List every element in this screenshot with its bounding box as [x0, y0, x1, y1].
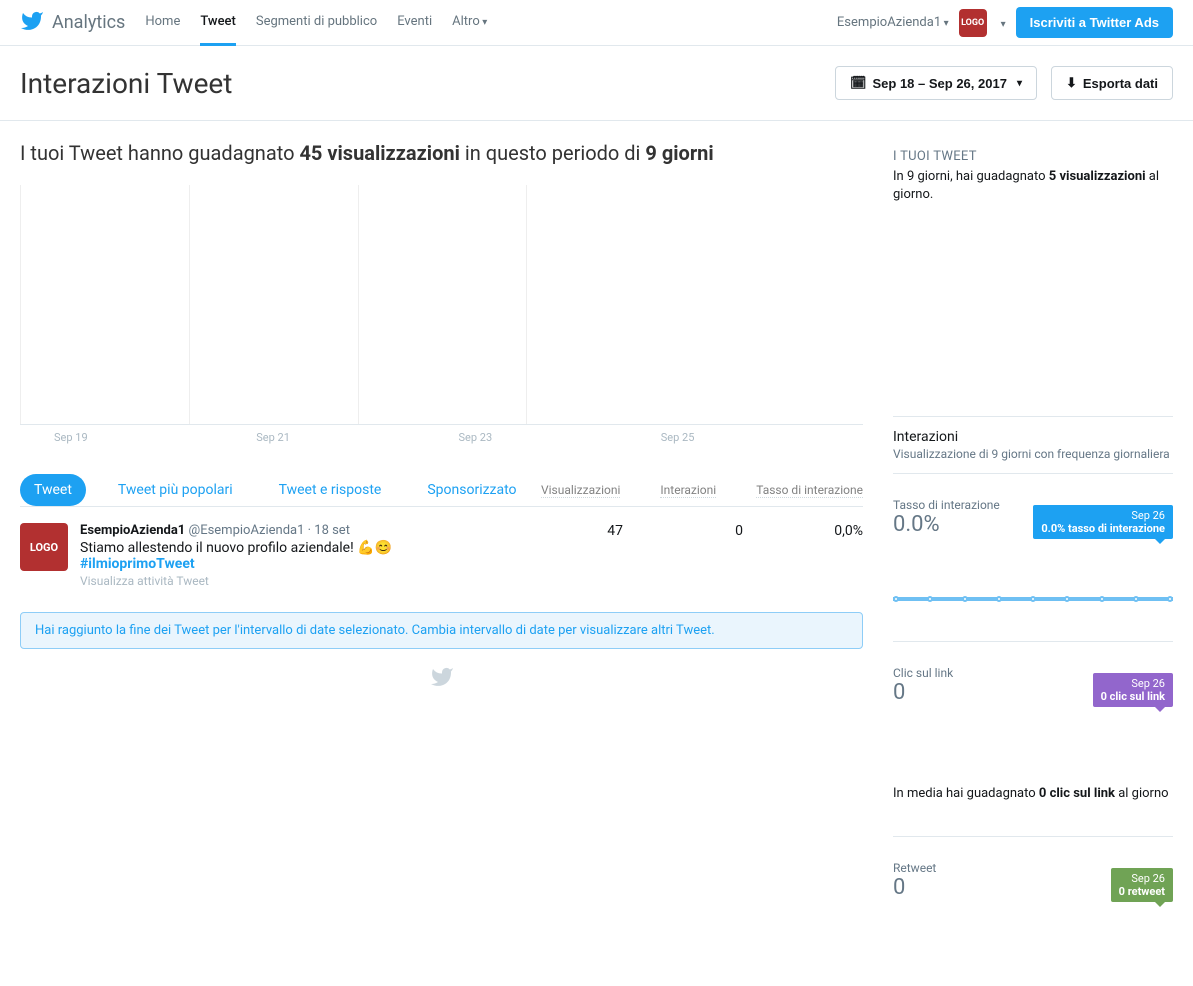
tweet-activity-link[interactable]: Visualizza attività Tweet — [80, 574, 563, 588]
twitter-footer-icon — [20, 665, 863, 693]
export-label: Esporta dati — [1083, 76, 1158, 91]
summary-line: I tuoi Tweet hanno guadagnato 45 visuali… — [20, 141, 863, 165]
nav-events[interactable]: Eventi — [397, 0, 432, 46]
tweet-tabs-row: Tweet Tweet più popolari Tweet e rispost… — [20, 474, 863, 507]
tweet-text: Stiamo allestendo il nuovo profilo azien… — [80, 540, 563, 572]
tweet-avatar: LOGO — [20, 523, 68, 571]
side-interactions-desc: Visualizzazione di 9 giorni con frequenz… — [893, 447, 1173, 461]
side-tweets-summary: In 9 giorni, hai guadagnato 5 visualizza… — [893, 168, 1173, 204]
stat-interactions: 0 — [683, 523, 743, 539]
date-range-button[interactable]: 🗓 Sep 18 – Sep 26, 2017 — [835, 66, 1037, 100]
stat-views: 47 — [563, 523, 623, 539]
rate-tooltip: Sep 26 0.0% tasso di interazione — [1033, 505, 1173, 539]
page-header: Interazioni Tweet 🗓 Sep 18 – Sep 26, 201… — [0, 46, 1193, 121]
calendar-icon: 🗓 — [850, 75, 867, 91]
impressions-chart — [20, 185, 863, 425]
nav-tweet[interactable]: Tweet — [200, 0, 236, 46]
tweet-row[interactable]: LOGO EsempioAzienda1 @EsempioAzienda1 · … — [20, 507, 863, 604]
tab-promoted[interactable]: Sponsorizzato — [413, 474, 530, 506]
col-rate: Tasso di interazione — [756, 483, 863, 498]
stat-rate: 0,0% — [803, 523, 863, 539]
nav-home[interactable]: Home — [145, 0, 180, 46]
twitter-ads-button[interactable]: Iscriviti a Twitter Ads — [1016, 7, 1173, 38]
rate-sparkline — [893, 597, 1173, 601]
tweet-stats: 47 0 0,0% — [563, 523, 863, 539]
nav-more[interactable]: Altro — [452, 0, 487, 46]
end-of-tweets-notice: Hai raggiunto la fine dei Tweet per l'in… — [20, 612, 863, 649]
top-nav: Analytics Home Tweet Segmenti di pubblic… — [0, 0, 1193, 46]
account-dropdown[interactable]: EsempioAzienda1 — [837, 15, 949, 30]
side-interactions-title: Interazioni — [893, 429, 1173, 445]
col-interactions: Interazioni — [660, 483, 716, 498]
link-tooltip: Sep 26 0 clic sul link — [1093, 673, 1173, 707]
date-range-text: Sep 18 – Sep 26, 2017 — [873, 76, 1007, 91]
tab-top[interactable]: Tweet più popolari — [104, 474, 247, 506]
side-tweets-title: I TUOI TWEET — [893, 149, 1173, 164]
col-views: Visualizzazioni — [541, 483, 620, 498]
chart-x-labels: Sep 19 Sep 21 Sep 23 Sep 25 — [20, 431, 863, 444]
hashtag[interactable]: #ilmioprimoTweet — [80, 556, 195, 572]
account-switcher-icon[interactable] — [997, 15, 1006, 31]
nav-audience[interactable]: Segmenti di pubblico — [256, 0, 377, 46]
page-title: Interazioni Tweet — [20, 67, 232, 100]
twitter-icon — [20, 9, 44, 37]
link-media-summary: In media hai guadagnato 0 clic sul link … — [893, 785, 1173, 803]
analytics-label: Analytics — [52, 12, 125, 33]
download-icon: ⬇ — [1066, 75, 1077, 91]
tab-replies[interactable]: Tweet e risposte — [265, 474, 396, 506]
tweet-meta: EsempioAzienda1 @EsempioAzienda1 · 18 se… — [80, 523, 563, 538]
export-button[interactable]: ⬇ Esporta dati — [1051, 66, 1173, 100]
nav: Home Tweet Segmenti di pubblico Eventi A… — [145, 0, 487, 46]
tab-tweet[interactable]: Tweet — [20, 474, 86, 506]
account-logo: LOGO — [959, 9, 987, 37]
retweet-tooltip: Sep 26 0 retweet — [1111, 868, 1173, 902]
